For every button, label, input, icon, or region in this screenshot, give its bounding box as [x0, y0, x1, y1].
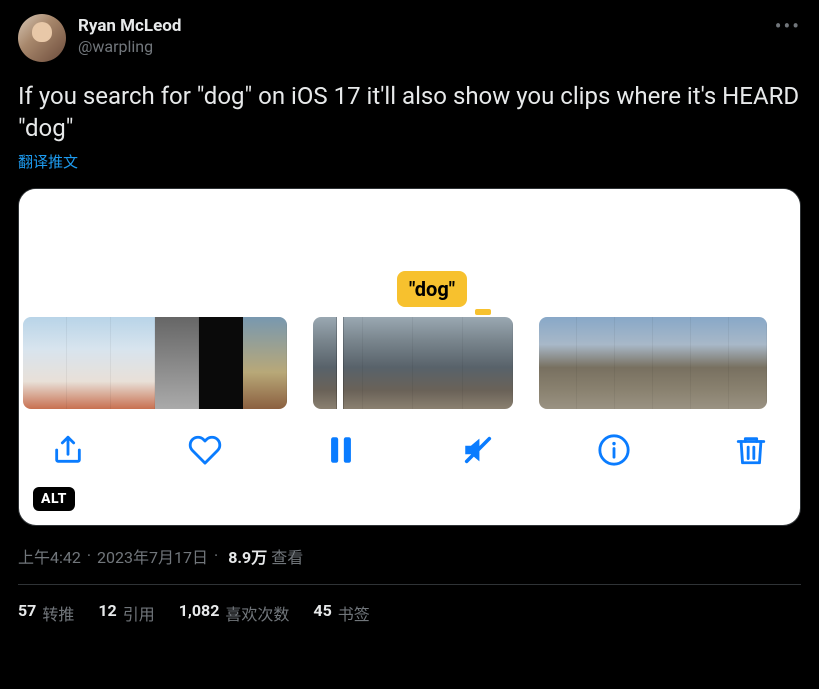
quotes-stat[interactable]: 12 引用 [98, 601, 154, 625]
info-icon[interactable] [597, 433, 631, 467]
retweets-label: 转推 [42, 601, 74, 625]
thumbnail [413, 317, 463, 409]
bookmarks-stat[interactable]: 45 书签 [313, 601, 369, 625]
views-count: 8.9万 [228, 544, 267, 568]
tweet-header: Ryan McLeod @warpling ••• [18, 14, 801, 62]
author-names: Ryan McLeod @warpling [78, 16, 181, 57]
pause-icon[interactable] [324, 433, 358, 467]
bookmarks-label: 书签 [338, 601, 370, 625]
thumbnail [155, 317, 199, 409]
tweet-date[interactable]: 2023年7月17日 [97, 544, 208, 568]
quotes-count: 12 [98, 601, 116, 625]
media-top-area: "dog" [19, 189, 800, 317]
caption-marker [475, 309, 491, 315]
thumbnail [539, 317, 577, 409]
alt-badge[interactable]: ALT [33, 487, 75, 511]
clip-group-1[interactable] [23, 317, 287, 409]
thumbnail [691, 317, 729, 409]
thumbnail [615, 317, 653, 409]
stats-row: 57 转推 12 引用 1,082 喜欢次数 45 书签 [18, 585, 801, 625]
thumbnail [577, 317, 615, 409]
likes-label: 喜欢次数 [225, 601, 289, 625]
retweets-count: 57 [18, 601, 36, 625]
bookmarks-count: 45 [313, 601, 331, 625]
retweets-stat[interactable]: 57 转推 [18, 601, 74, 625]
mute-icon[interactable] [461, 433, 495, 467]
thumbnail [243, 317, 287, 409]
separator: · [214, 546, 218, 565]
meta-row: 上午4:42 · 2023年7月17日 · 8.9万 查看 [18, 544, 801, 568]
thumbnail [199, 317, 243, 409]
quotes-label: 引用 [123, 601, 155, 625]
share-icon[interactable] [51, 433, 85, 467]
more-button[interactable]: ••• [775, 14, 801, 38]
thumbnail [463, 317, 513, 409]
tweet-container: Ryan McLeod @warpling ••• If you search … [0, 0, 819, 625]
separator: · [87, 546, 91, 565]
thumbnail [23, 317, 67, 409]
likes-count: 1,082 [179, 601, 220, 625]
likes-stat[interactable]: 1,082 喜欢次数 [179, 601, 290, 625]
tweet-text: If you search for "dog" on iOS 17 it'll … [18, 80, 801, 145]
handle[interactable]: @warpling [78, 37, 181, 57]
heart-icon[interactable] [188, 433, 222, 467]
video-timeline[interactable] [19, 317, 800, 409]
thumbnail [729, 317, 767, 409]
thumbnail [67, 317, 111, 409]
display-name[interactable]: Ryan McLeod [78, 16, 181, 37]
trash-icon[interactable] [734, 433, 768, 467]
avatar[interactable] [18, 14, 66, 62]
thumbnail [363, 317, 413, 409]
media-toolbar [19, 409, 800, 489]
thumbnail [111, 317, 155, 409]
media-card: "dog" [18, 188, 801, 526]
clip-group-2[interactable] [313, 317, 513, 409]
clip-group-3[interactable] [539, 317, 767, 409]
views-label: 查看 [271, 544, 303, 568]
caption-bubble: "dog" [397, 271, 467, 307]
playhead[interactable] [337, 317, 343, 409]
thumbnail [653, 317, 691, 409]
translate-link[interactable]: 翻译推文 [18, 151, 801, 172]
tweet-time[interactable]: 上午4:42 [18, 544, 81, 568]
